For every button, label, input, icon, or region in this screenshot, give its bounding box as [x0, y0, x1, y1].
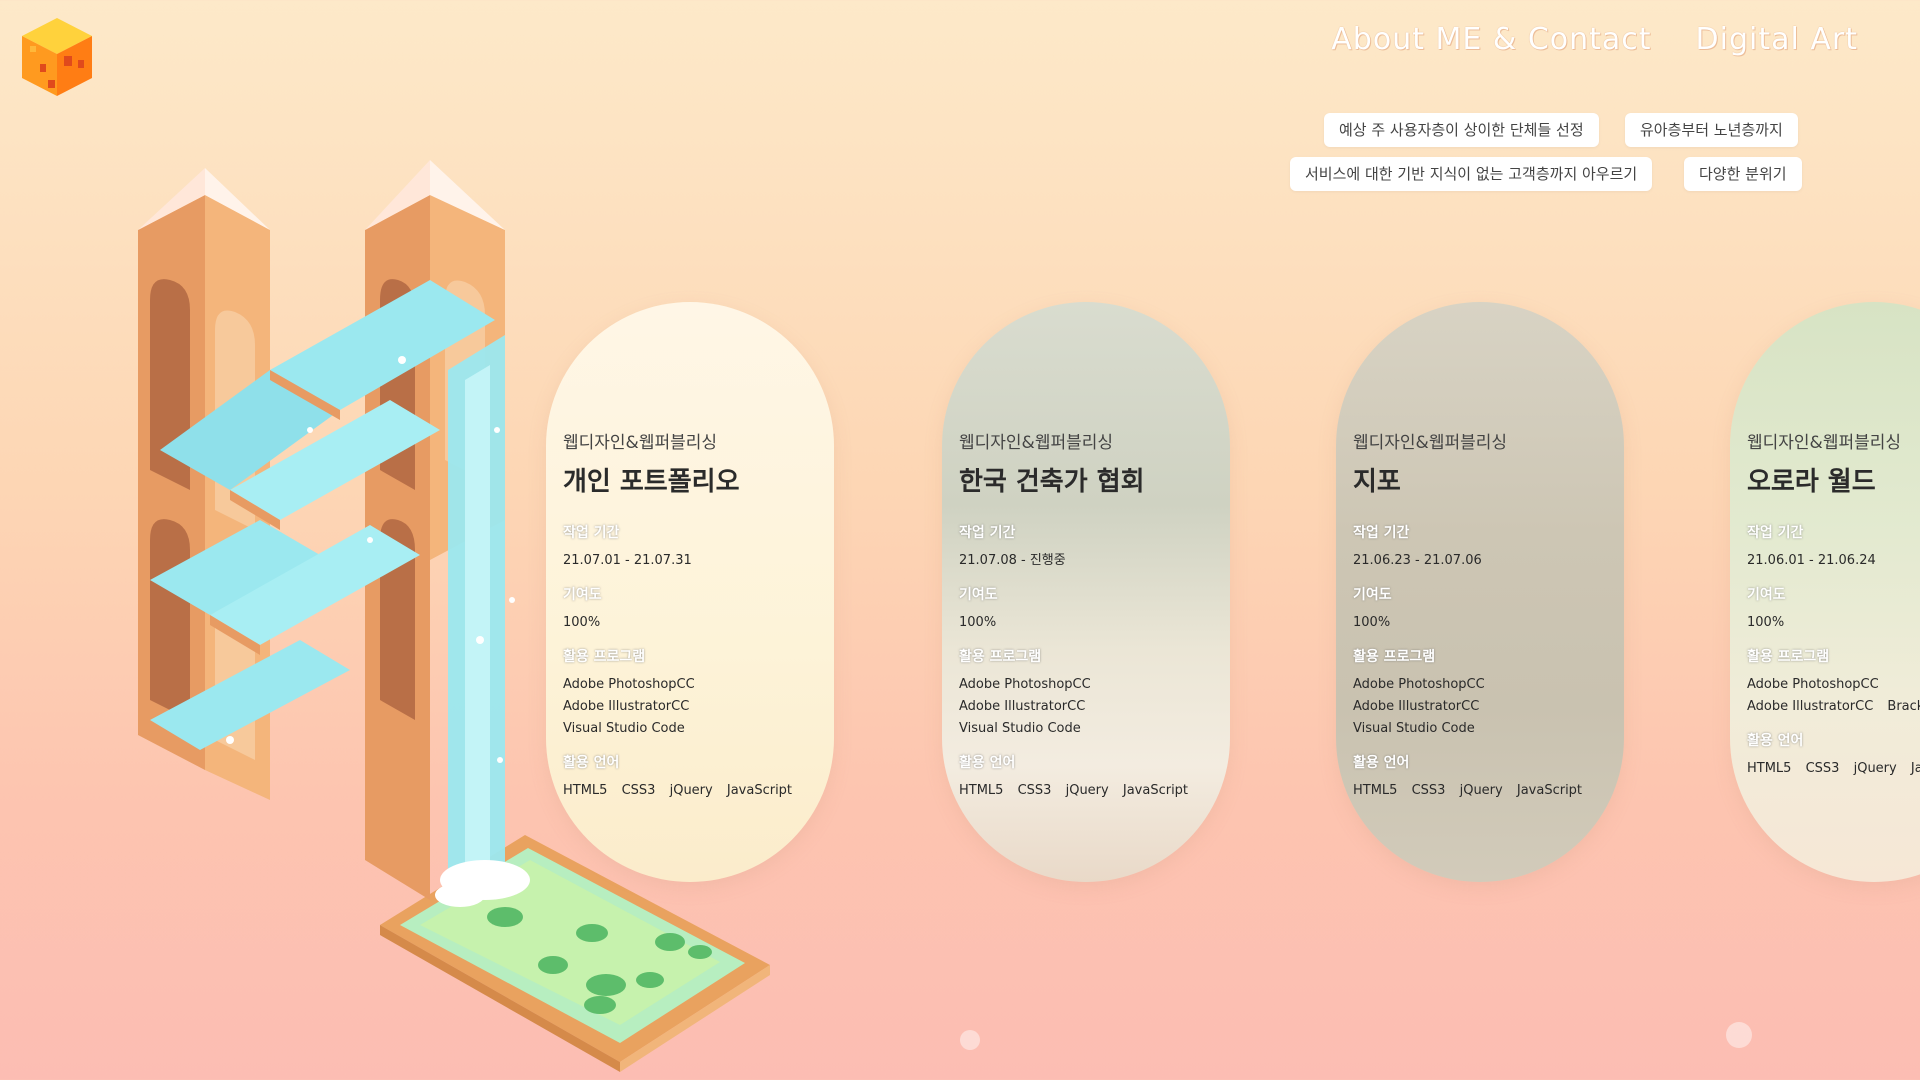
card-contribution: 100% [1747, 615, 1785, 630]
card-category: 웹디자인&웹퍼블리싱 [1353, 433, 1508, 453]
card-programs: Adobe PhotoshopCC Adobe IllustratorCC Vi… [1353, 674, 1615, 740]
top-nav: About ME & Contact Digital Art [1331, 22, 1858, 57]
card-programs-label: 활용 프로그램 [959, 649, 1042, 665]
card-period-label: 작업 기간 [563, 525, 620, 541]
card-programs: Adobe PhotoshopCC Adobe IllustratorCC Br… [1747, 674, 1920, 718]
card-languages: HTML5 CSS3 jQuery JavaScript [1747, 758, 1920, 780]
card-languages-label: 활용 언어 [1747, 733, 1804, 749]
program-item: Visual Studio Code [959, 721, 1081, 736]
language-item: CSS3 [1017, 783, 1052, 798]
card-languages-label: 활용 언어 [563, 755, 620, 771]
bubble-decoration [960, 1030, 980, 1050]
language-item: jQuery [1853, 761, 1897, 776]
language-item: HTML5 [563, 783, 608, 798]
card-programs: Adobe PhotoshopCC Adobe IllustratorCC Vi… [563, 674, 825, 740]
nav-digital-art[interactable]: Digital Art [1696, 22, 1858, 57]
card-programs: Adobe PhotoshopCC Adobe IllustratorCC Vi… [959, 674, 1221, 740]
language-item: jQuery [1459, 783, 1503, 798]
card-category: 웹디자인&웹퍼블리싱 [563, 433, 718, 453]
language-item: HTML5 [1353, 783, 1398, 798]
program-item: Adobe IllustratorCC [563, 699, 690, 714]
language-item: HTML5 [959, 783, 1004, 798]
tag-user-groups: 예상 주 사용자층이 상이한 단체들 선정 [1324, 113, 1599, 147]
tag-age-range: 유아층부터 노년층까지 [1625, 113, 1798, 147]
language-item: JavaScript [1910, 761, 1920, 776]
card-title: 한국 건축가 협회 [959, 467, 1145, 497]
language-item: JavaScript [726, 783, 793, 798]
card-contribution-label: 기여도 [1353, 587, 1392, 603]
tag-various-moods: 다양한 분위기 [1684, 157, 1802, 191]
program-item: Visual Studio Code [1353, 721, 1475, 736]
program-item: Adobe PhotoshopCC [563, 677, 695, 692]
card-languages: HTML5 CSS3 jQuery JavaScript [959, 780, 1230, 802]
card-languages-label: 활용 언어 [959, 755, 1016, 771]
portfolio-card[interactable]: 웹디자인&웹퍼블리싱 오로라 월드 작업 기간 21.06.01 - 21.06… [1730, 302, 1920, 882]
card-period-label: 작업 기간 [1747, 525, 1804, 541]
nav-about-contact[interactable]: About ME & Contact [1331, 22, 1651, 57]
bubble-decoration [1726, 1022, 1752, 1048]
card-period-label: 작업 기간 [959, 525, 1016, 541]
language-item: JavaScript [1516, 783, 1583, 798]
card-programs-label: 활용 프로그램 [1747, 649, 1830, 665]
program-item: Adobe IllustratorCC [1747, 699, 1874, 714]
program-item: Adobe PhotoshopCC [1353, 677, 1485, 692]
language-item: JavaScript [1122, 783, 1189, 798]
language-item: HTML5 [1747, 761, 1792, 776]
card-period-label: 작업 기간 [1353, 525, 1410, 541]
portfolio-card[interactable]: 웹디자인&웹퍼블리싱 한국 건축가 협회 작업 기간 21.07.08 - 진행… [942, 302, 1230, 882]
program-item: Adobe IllustratorCC [959, 699, 1086, 714]
portfolio-card[interactable]: 웹디자인&웹퍼블리싱 개인 포트폴리오 작업 기간 21.07.01 - 21.… [546, 302, 834, 882]
program-item: Adobe PhotoshopCC [959, 677, 1091, 692]
card-languages-label: 활용 언어 [1353, 755, 1410, 771]
card-period: 21.06.01 - 21.06.24 [1747, 553, 1876, 568]
card-programs-label: 활용 프로그램 [563, 649, 646, 665]
language-item: jQuery [1065, 783, 1109, 798]
card-contribution-label: 기여도 [563, 587, 602, 603]
card-contribution: 100% [563, 615, 601, 630]
program-item: Adobe IllustratorCC [1353, 699, 1480, 714]
program-item: Adobe PhotoshopCC [1747, 677, 1879, 692]
language-item: CSS3 [621, 783, 656, 798]
card-contribution-label: 기여도 [1747, 587, 1786, 603]
card-period: 21.07.08 - 진행중 [959, 553, 1066, 568]
card-period: 21.07.01 - 21.07.31 [563, 553, 692, 568]
card-programs-label: 활용 프로그램 [1353, 649, 1436, 665]
card-contribution: 100% [959, 615, 997, 630]
card-category: 웹디자인&웹퍼블리싱 [1747, 433, 1902, 453]
card-languages: HTML5 CSS3 jQuery JavaScript [563, 780, 834, 802]
card-title: 지포 [1353, 467, 1401, 497]
language-item: CSS3 [1411, 783, 1446, 798]
card-languages: HTML5 CSS3 jQuery JavaScript [1353, 780, 1624, 802]
card-title: 개인 포트폴리오 [563, 467, 740, 497]
language-item: CSS3 [1805, 761, 1840, 776]
card-contribution: 100% [1353, 615, 1391, 630]
program-item: Visual Studio Code [563, 721, 685, 736]
card-period: 21.06.23 - 21.07.06 [1353, 553, 1482, 568]
tag-no-prior-knowledge: 서비스에 대한 기반 지식이 없는 고객층까지 아우르기 [1290, 157, 1653, 191]
program-item: Brackets [1887, 699, 1920, 714]
card-contribution-label: 기여도 [959, 587, 998, 603]
card-title: 오로라 월드 [1747, 467, 1876, 497]
card-category: 웹디자인&웹퍼블리싱 [959, 433, 1114, 453]
portfolio-card[interactable]: 웹디자인&웹퍼블리싱 지포 작업 기간 21.06.23 - 21.07.06 … [1336, 302, 1624, 882]
language-item: jQuery [669, 783, 713, 798]
